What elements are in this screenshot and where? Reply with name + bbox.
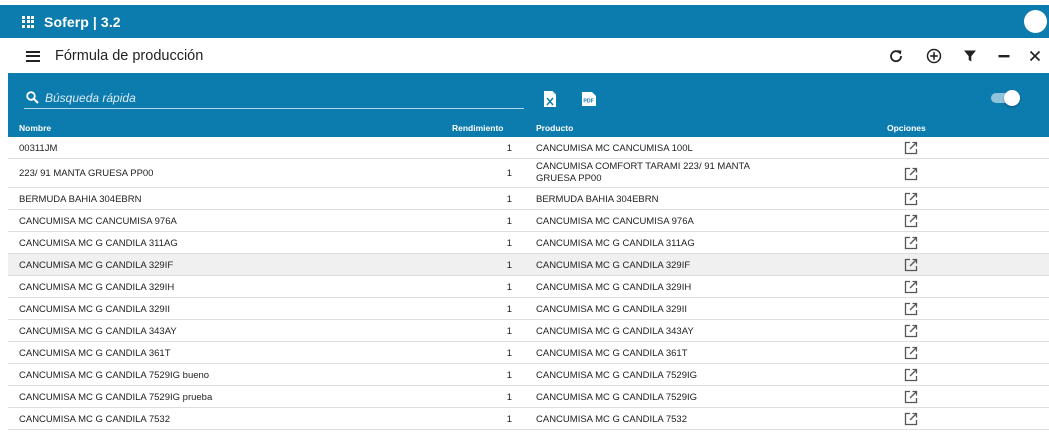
cell-nombre: CANCUMISA MC G CANDILA 329IF [19,260,174,271]
cell-rendimiento: 1 [506,260,512,271]
cell-producto: CANCUMISA MC G CANDILA 329IH [536,282,692,293]
app-title: Soferp | 3.2 [44,13,121,30]
open-in-new-icon[interactable] [904,214,918,228]
cell-rendimiento: 1 [506,238,512,249]
cell-producto: CANCUMISA MC G CANDILA 329II [536,304,687,315]
table-row[interactable]: CANCUMISA MC G CANDILA 7532 1 CANCUMISA MC… [8,408,1049,430]
search-icon [26,91,39,104]
table-row[interactable]: CANCUMISA MC G CANDILA 7529IG bueno 1 CANC… [8,364,1049,386]
open-in-new-icon[interactable] [904,167,918,181]
cell-producto: CANCUMISA MC G CANDILA 311AG [536,238,695,249]
user-avatar[interactable] [1024,10,1047,33]
cell-producto: CANCUMISA MC G CANDILA 361T [536,348,688,359]
open-in-new-icon[interactable] [904,324,918,338]
cell-rendimiento: 1 [506,194,512,205]
open-in-new-icon[interactable] [904,302,918,316]
toolbar-actions [879,39,1049,73]
cell-producto: CANCUMISA MC CANCUMISA 100L [536,143,693,154]
search-box [24,87,524,109]
table-row[interactable]: 00311JM 1 CANCUMISA MC CANCUMISA 100L [8,137,1049,159]
cell-producto: CANCUMISA MC CANCUMISA 976A [536,216,694,227]
cell-rendimiento: 1 [506,282,512,293]
table-row[interactable]: CANCUMISA MC G CANDILA 329IF 1 CANCUMISA M… [8,254,1049,276]
cell-producto: BERMUDA BAHIA 304EBRN [536,194,659,205]
table-row[interactable]: 223/ 91 MANTA GRUESA PP00 1 CANCUMISA COMF… [8,159,1049,188]
page-title: Fórmula de producción [55,48,204,64]
cell-nombre: CANCUMISA MC G CANDILA 329IH [19,282,175,293]
cell-rendimiento: 1 [506,304,512,315]
cell-producto: CANCUMISA MC G CANDILA 7532 [536,414,687,425]
formula-table: 00311JM 1 CANCUMISA MC CANCUMISA 100L 223/ … [8,137,1049,430]
cell-producto: CANCUMISA COMFORT TARAMI 223/ 91 MANTA G… [536,161,750,184]
cell-nombre: CANCUMISA MC G CANDILA 7529IG bueno [19,370,210,381]
cell-rendimiento: 1 [506,168,512,179]
cell-nombre: 00311JM [19,143,58,154]
cell-nombre: CANCUMISA MC G CANDILA 343AY [19,326,177,337]
open-in-new-icon[interactable] [904,390,918,404]
cell-producto: CANCUMISA MC G CANDILA 343AY [536,326,694,337]
excel-export-icon[interactable] [543,90,557,108]
open-in-new-icon[interactable] [904,368,918,382]
table-row[interactable]: CANCUMISA MC CANCUMISA 976A 1 CANCUMISA MC… [8,210,1049,232]
cell-rendimiento: 1 [506,370,512,381]
cell-nombre: CANCUMISA MC G CANDILA 361T [19,348,171,359]
apps-grid-icon[interactable] [22,15,34,28]
menu-icon[interactable] [26,50,40,62]
cell-nombre: CANCUMISA MC G CANDILA 329II [19,304,170,315]
cell-rendimiento: 1 [506,414,512,425]
cell-rendimiento: 1 [506,326,512,337]
minimize-icon[interactable] [987,39,1021,73]
svg-text:PDF: PDF [583,99,593,105]
cell-nombre: CANCUMISA MC G CANDILA 311AG [19,238,178,249]
open-in-new-icon[interactable] [904,258,918,272]
cell-producto: CANCUMISA MC G CANDILA 7529IG [536,392,698,403]
cell-rendimiento: 1 [506,392,512,403]
filter-icon[interactable] [953,39,987,73]
page-toolbar: Fórmula de producción [0,39,1049,73]
table-row[interactable]: BERMUDA BAHIA 304EBRN 1 BERMUDA BAHIA 304E… [8,188,1049,210]
refresh-icon[interactable] [879,39,913,73]
open-in-new-icon[interactable] [904,192,918,206]
view-toggle[interactable] [989,90,1020,106]
cell-nombre: 223/ 91 MANTA GRUESA PP00 [19,168,154,179]
cell-nombre: CANCUMISA MC G CANDILA 7532 [19,414,170,425]
open-in-new-icon[interactable] [904,141,918,155]
app-bar: Soferp | 3.2 [0,5,1049,38]
cell-nombre: BERMUDA BAHIA 304EBRN [19,194,142,205]
open-in-new-icon[interactable] [904,412,918,426]
table-row[interactable]: CANCUMISA MC G CANDILA 311AG 1 CANCUMISA M… [8,232,1049,254]
open-in-new-icon[interactable] [904,280,918,294]
cell-producto: CANCUMISA MC G CANDILA 7529IG [536,370,698,381]
pdf-export-icon[interactable]: PDF [581,90,597,108]
column-header-opciones: Opciones [887,123,926,133]
add-circle-icon[interactable] [917,39,951,73]
search-input[interactable] [45,90,505,105]
close-icon[interactable] [1021,39,1049,73]
column-header-producto[interactable]: Producto [536,123,573,133]
open-in-new-icon[interactable] [904,346,918,360]
cell-nombre: CANCUMISA MC CANCUMISA 976A [19,216,177,227]
table-row[interactable]: CANCUMISA MC G CANDILA 7529IG prueba 1 CAN… [8,386,1049,408]
table-row[interactable]: CANCUMISA MC G CANDILA 361T 1 CANCUMISA MC… [8,342,1049,364]
cell-rendimiento: 1 [506,348,512,359]
column-header-nombre[interactable]: Nombre [19,123,51,133]
cell-nombre: CANCUMISA MC G CANDILA 7529IG prueba [19,392,213,403]
table-row[interactable]: CANCUMISA MC G CANDILA 329IH 1 CANCUMISA M… [8,276,1049,298]
column-header-rendimiento[interactable]: Rendimiento [452,123,503,133]
open-in-new-icon[interactable] [904,236,918,250]
cell-rendimiento: 1 [506,216,512,227]
cell-producto: CANCUMISA MC G CANDILA 329IF [536,260,691,271]
table-row[interactable]: CANCUMISA MC G CANDILA 329II 1 CANCUMISA M… [8,298,1049,320]
table-row[interactable]: CANCUMISA MC G CANDILA 343AY 1 CANCUMISA M… [8,320,1049,342]
table-panel-header: PDF Nombre Rendimiento Producto Opciones [8,73,1049,137]
cell-rendimiento: 1 [506,143,512,154]
